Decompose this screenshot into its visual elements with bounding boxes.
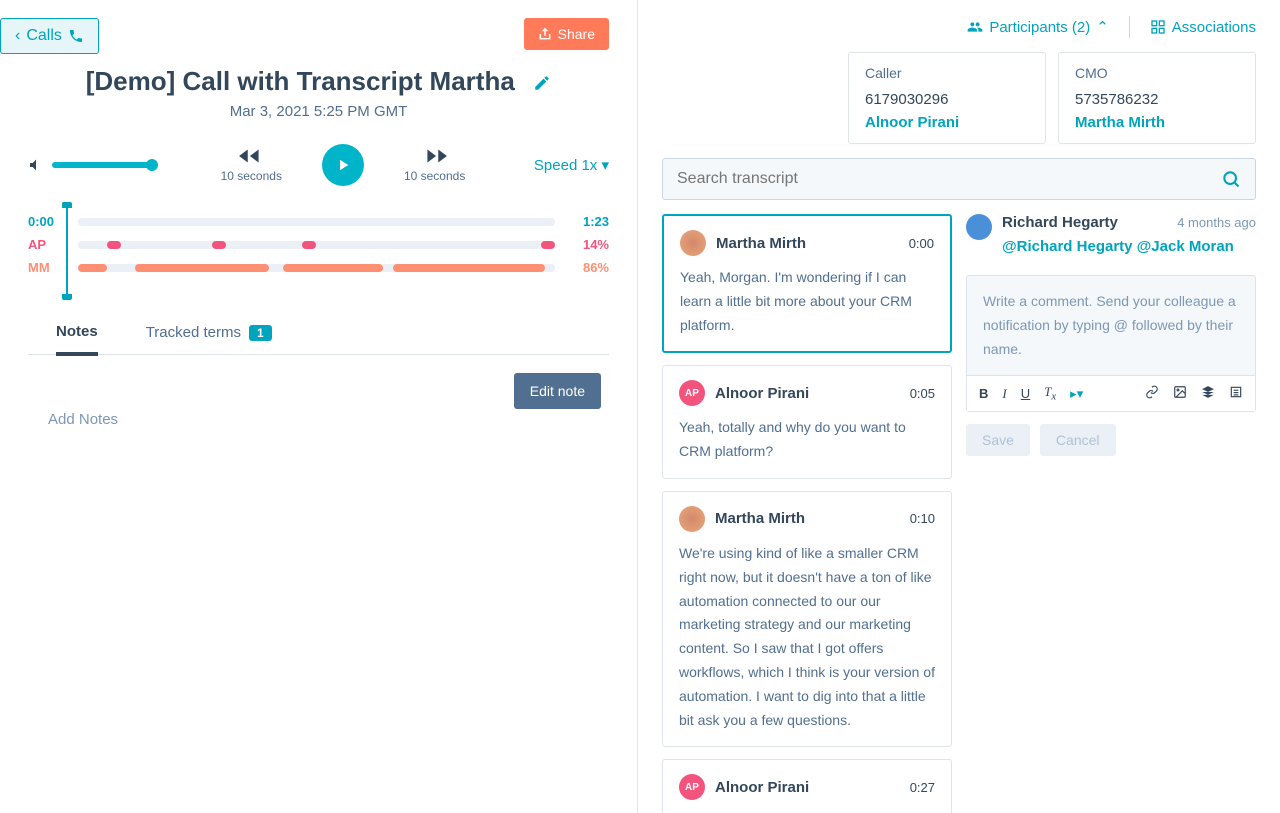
- speaker-name: Martha Mirth: [716, 235, 899, 252]
- link-button[interactable]: [1145, 385, 1159, 402]
- share-label: Share: [558, 26, 595, 42]
- transcript-segment[interactable]: Martha Mirth 0:10 We're using kind of li…: [662, 491, 952, 747]
- search-input[interactable]: [677, 170, 1221, 188]
- avatar: AP: [679, 774, 705, 800]
- card-role: Caller: [865, 65, 1029, 81]
- transcript-segment[interactable]: AP Alnoor Pirani 0:27 Totally totally an…: [662, 759, 952, 813]
- avatar: AP: [679, 380, 705, 406]
- list-button[interactable]: [1229, 385, 1243, 402]
- cancel-button[interactable]: Cancel: [1040, 424, 1116, 456]
- speaker-name: Alnoor Pirani: [715, 779, 900, 796]
- comment: Richard Hegarty 4 months ago @Richard He…: [966, 214, 1256, 259]
- speaker-mm-track[interactable]: [78, 264, 555, 272]
- phone-icon: [68, 28, 84, 44]
- associations-icon: [1150, 19, 1166, 35]
- share-button[interactable]: Share: [524, 18, 609, 50]
- transcript-segment[interactable]: AP Alnoor Pirani 0:05 Yeah, totally and …: [662, 365, 952, 479]
- segment-text: We're using kind of like a smaller CRM r…: [679, 542, 935, 732]
- timeline-start: 0:00: [28, 214, 68, 229]
- avatar: [966, 214, 992, 240]
- divider: [1129, 16, 1130, 38]
- search-transcript[interactable]: [662, 158, 1256, 200]
- more-button[interactable]: ▸▾: [1070, 386, 1083, 402]
- speaker-mm-label: MM: [28, 260, 68, 275]
- share-icon: [538, 27, 552, 41]
- speaker-name: Martha Mirth: [715, 510, 900, 527]
- back-label: Calls: [26, 27, 62, 45]
- chevron-up-icon: ⌃: [1096, 18, 1109, 36]
- forward-label: 10 seconds: [404, 169, 465, 183]
- associations-link[interactable]: Associations: [1150, 19, 1256, 36]
- segment-time: 0:10: [910, 511, 935, 526]
- left-panel: ‹ Calls Share [Demo] Call with Transcrip…: [0, 0, 638, 813]
- timeline-end: 1:23: [565, 214, 609, 229]
- rewind-label: 10 seconds: [221, 169, 282, 183]
- page-title: [Demo] Call with Transcript Martha: [86, 66, 515, 97]
- segment-time: 0:00: [909, 236, 934, 251]
- segment-time: 0:05: [910, 386, 935, 401]
- card-name[interactable]: Alnoor Pirani: [865, 114, 1029, 131]
- transcript-segment[interactable]: Martha Mirth 0:00 Yeah, Morgan. I'm wond…: [662, 214, 952, 353]
- bold-button[interactable]: B: [979, 386, 988, 401]
- participant-card[interactable]: CMO 5735786232 Martha Mirth: [1058, 52, 1256, 144]
- speaker-mm-percent: 86%: [565, 260, 609, 275]
- comment-mentions: @Richard Hegarty @Jack Moran: [1002, 235, 1256, 259]
- comment-time: 4 months ago: [1177, 215, 1256, 230]
- save-button[interactable]: Save: [966, 424, 1030, 456]
- speed-dropdown[interactable]: Speed 1x ▾: [534, 156, 609, 174]
- segment-text: Yeah, totally and why do you want to CRM…: [679, 416, 935, 464]
- segment-time: 0:27: [910, 780, 935, 795]
- card-role: CMO: [1075, 65, 1239, 81]
- editor-placeholder[interactable]: Write a comment. Send your colleague a n…: [967, 276, 1255, 375]
- comment-author: Richard Hegarty: [1002, 214, 1118, 231]
- speaker-name: Alnoor Pirani: [715, 385, 900, 402]
- snippet-button[interactable]: [1201, 385, 1215, 402]
- speaker-ap-label: AP: [28, 237, 68, 252]
- speed-label: Speed 1x: [534, 157, 597, 174]
- clear-format-button[interactable]: Tx: [1044, 384, 1056, 403]
- volume-icon: [28, 157, 44, 173]
- people-icon: [967, 19, 983, 35]
- rewind-button[interactable]: 10 seconds: [221, 147, 282, 183]
- forward-button[interactable]: 10 seconds: [404, 147, 465, 183]
- card-name[interactable]: Martha Mirth: [1075, 114, 1239, 131]
- speaker-ap-track[interactable]: [78, 241, 555, 249]
- avatar: [679, 506, 705, 532]
- avatar: [680, 230, 706, 256]
- play-button[interactable]: [322, 144, 364, 186]
- italic-button[interactable]: I: [1002, 386, 1006, 402]
- participants-toggle[interactable]: Participants (2) ⌃: [967, 18, 1108, 36]
- call-datetime: Mar 3, 2021 5:25 PM GMT: [28, 103, 609, 120]
- tracked-badge: 1: [249, 325, 272, 341]
- playhead[interactable]: [66, 208, 68, 294]
- edit-title-icon[interactable]: [533, 74, 551, 97]
- chevron-down-icon: ▾: [601, 157, 609, 174]
- image-button[interactable]: [1173, 385, 1187, 402]
- underline-button[interactable]: U: [1021, 386, 1030, 401]
- editor-toolbar: B I U Tx ▸▾: [967, 375, 1255, 411]
- back-calls-button[interactable]: ‹ Calls: [0, 18, 99, 54]
- play-icon: [334, 156, 352, 174]
- volume-slider[interactable]: [52, 162, 152, 168]
- right-panel: Participants (2) ⌃ Associations Caller 6…: [638, 0, 1280, 813]
- tab-tracked-terms[interactable]: Tracked terms 1: [146, 323, 272, 354]
- card-phone: 6179030296: [865, 91, 1029, 108]
- comment-editor[interactable]: Write a comment. Send your colleague a n…: [966, 275, 1256, 412]
- chevron-left-icon: ‹: [15, 27, 20, 45]
- card-phone: 5735786232: [1075, 91, 1239, 108]
- segment-text: Yeah, Morgan. I'm wondering if I can lea…: [680, 266, 934, 337]
- participant-card[interactable]: Caller 6179030296 Alnoor Pirani: [848, 52, 1046, 144]
- add-notes-placeholder[interactable]: Add Notes: [28, 411, 609, 428]
- search-icon: [1221, 169, 1241, 189]
- edit-note-button[interactable]: Edit note: [514, 373, 601, 409]
- tab-notes[interactable]: Notes: [56, 323, 98, 356]
- speaker-ap-percent: 14%: [565, 237, 609, 252]
- volume-control[interactable]: [28, 157, 152, 173]
- timeline-track[interactable]: [78, 218, 555, 226]
